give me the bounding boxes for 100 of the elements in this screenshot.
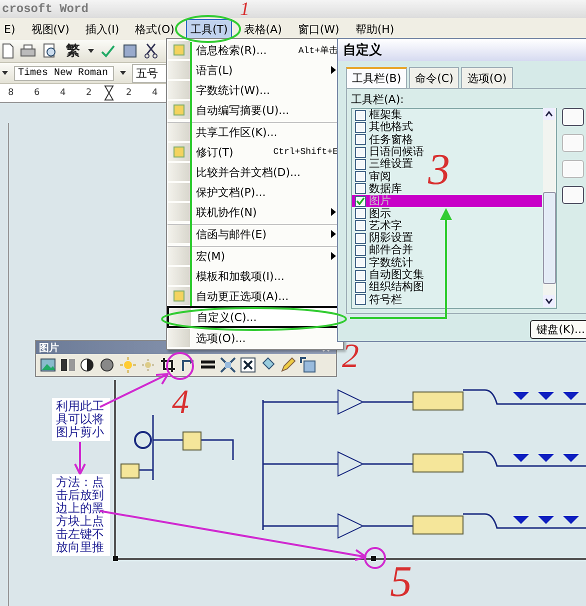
ruler-number: 6 — [34, 88, 40, 98]
checkbox[interactable] — [355, 294, 366, 306]
checkbox[interactable] — [355, 134, 366, 146]
traditional-chinese-button[interactable]: 繁 — [64, 42, 82, 60]
menu-item[interactable]: 信息检索(R)... Alt+单击 — [167, 40, 343, 60]
tab[interactable]: 命令(C) — [409, 67, 460, 88]
dialog-button[interactable] — [562, 186, 584, 204]
menu-item[interactable]: 格式(O) — [131, 18, 178, 40]
list-item[interactable]: 阴影设置 — [352, 232, 542, 244]
menu-item[interactable]: 字数统计(W)... — [167, 80, 343, 100]
highlight-circle — [166, 352, 194, 380]
print-preview-icon[interactable] — [42, 43, 58, 59]
list-item[interactable]: 邮件合并 — [352, 244, 542, 257]
menu-item[interactable]: 修订(T) Ctrl+Shift+E — [167, 142, 343, 162]
menu-gutter — [168, 203, 190, 221]
menu-item[interactable]: E) — [0, 20, 20, 38]
rotate-icon[interactable] — [180, 357, 196, 373]
spelling-check-icon[interactable] — [100, 43, 116, 59]
dialog-button[interactable] — [562, 108, 584, 126]
list-item[interactable]: 框架集 — [352, 109, 542, 122]
ruler-number: 4 — [60, 88, 66, 98]
reset-picture-icon[interactable] — [300, 357, 316, 373]
menu-item[interactable]: 插入(I) — [81, 18, 124, 40]
checkbox[interactable] — [355, 196, 366, 207]
indent-marker-icon[interactable] — [104, 85, 114, 101]
keyboard-button[interactable]: 键盘(K)... — [530, 320, 586, 339]
menu-item[interactable]: 语言(L) — [167, 60, 343, 80]
print-icon[interactable] — [20, 43, 36, 59]
menu-label: 修订(T) — [196, 144, 234, 160]
checkbox[interactable] — [355, 244, 366, 256]
checkbox[interactable] — [355, 158, 366, 170]
list-item-label: 符号栏 — [369, 294, 402, 306]
list-item[interactable]: 组织结构图 — [352, 281, 542, 294]
menu-item[interactable]: 自动更正选项(A)... — [167, 286, 343, 306]
new-document-icon[interactable] — [2, 43, 14, 59]
caret-icon[interactable] — [2, 71, 8, 75]
caret-icon[interactable] — [120, 71, 126, 75]
menu-label: 自动更正选项(A)... — [196, 288, 289, 304]
contrast-icon[interactable] — [100, 357, 116, 373]
scissors-icon[interactable] — [144, 43, 158, 59]
menu-item[interactable]: 窗口(W) — [294, 18, 344, 40]
checkbox[interactable] — [355, 282, 366, 293]
menu-item[interactable]: 选项(O)... — [167, 328, 343, 348]
menu-item[interactable]: 比较并合并文档(D)... — [167, 162, 343, 182]
tab[interactable]: 工具栏(B) — [346, 67, 408, 88]
menu-gutter — [168, 183, 190, 201]
insert-picture-icon[interactable] — [40, 357, 56, 373]
submenu-arrow-icon — [331, 208, 336, 216]
list-item[interactable]: 字数统计 — [352, 256, 542, 269]
menu-item[interactable]: 联机协作(N) — [167, 202, 343, 222]
menu-item[interactable]: 保护文档(P)... — [167, 182, 343, 202]
checkbox[interactable] — [355, 257, 366, 268]
submenu-arrow-icon — [331, 66, 336, 74]
scroll-down-icon[interactable] — [543, 295, 555, 307]
ruler-number: 8 — [8, 88, 14, 98]
menu-gutter — [168, 225, 190, 243]
step-number: 4 — [172, 386, 189, 420]
menu-label: 字数统计(W)... — [196, 82, 270, 98]
list-item-label: 任务窗格 — [369, 134, 413, 146]
list-item[interactable]: 艺术字 — [352, 220, 542, 232]
scroll-up-icon[interactable] — [543, 108, 555, 120]
list-item[interactable]: 自动图文集 — [352, 268, 542, 282]
checkbox[interactable] — [355, 146, 366, 158]
menu-label: 自定义(C)... — [197, 310, 257, 324]
scroll-thumb[interactable] — [543, 192, 556, 284]
crop-icon[interactable] — [160, 357, 176, 373]
menu-gutter — [168, 329, 190, 347]
menu-item[interactable]: 自动编写摘要(U)... — [167, 100, 343, 120]
menu-label: 选项(O)... — [196, 330, 246, 346]
caret-icon[interactable] — [88, 49, 94, 53]
checkbox[interactable] — [355, 122, 366, 133]
scrollbar[interactable] — [543, 108, 556, 307]
tab[interactable]: 选项(O) — [461, 67, 513, 88]
list-item[interactable]: 任务窗格 — [352, 134, 542, 146]
checkbox[interactable] — [355, 171, 366, 182]
list-item[interactable]: 图示 — [352, 207, 542, 220]
menu-item[interactable]: 表格(A) — [240, 18, 286, 40]
menu-item[interactable]: 工具(T) — [186, 18, 232, 40]
list-item-label: 字数统计 — [369, 256, 413, 269]
checkbox[interactable] — [355, 110, 366, 121]
menu-label: 共享工作区(K)... — [196, 124, 278, 140]
contrast-icon[interactable] — [80, 357, 96, 373]
checkbox[interactable] — [355, 220, 366, 232]
shortcut-text: Alt+单击 — [298, 44, 339, 56]
menu-item[interactable]: 帮助(H) — [351, 18, 398, 40]
list-item-label: 艺术字 — [369, 220, 402, 232]
font-dropdown[interactable]: Times New Roman — [14, 66, 114, 80]
checkbox[interactable] — [355, 270, 366, 280]
compress-icon[interactable] — [220, 357, 236, 373]
list-item-label: 阴影设置 — [369, 232, 413, 244]
checkbox[interactable] — [355, 232, 366, 244]
pencil-icon[interactable] — [280, 357, 296, 373]
shortcut-text: Ctrl+Shift+E — [273, 147, 339, 157]
checkbox[interactable] — [355, 208, 366, 220]
menu-item[interactable]: 视图(V) — [27, 18, 74, 40]
list-item[interactable]: 其他格式 — [352, 121, 542, 134]
checkbox[interactable] — [355, 183, 366, 194]
menu-item[interactable]: 模板和加载项(I)... — [167, 266, 343, 286]
list-item-label: 框架集 — [369, 109, 402, 122]
list-item[interactable]: 符号栏 — [352, 293, 542, 306]
